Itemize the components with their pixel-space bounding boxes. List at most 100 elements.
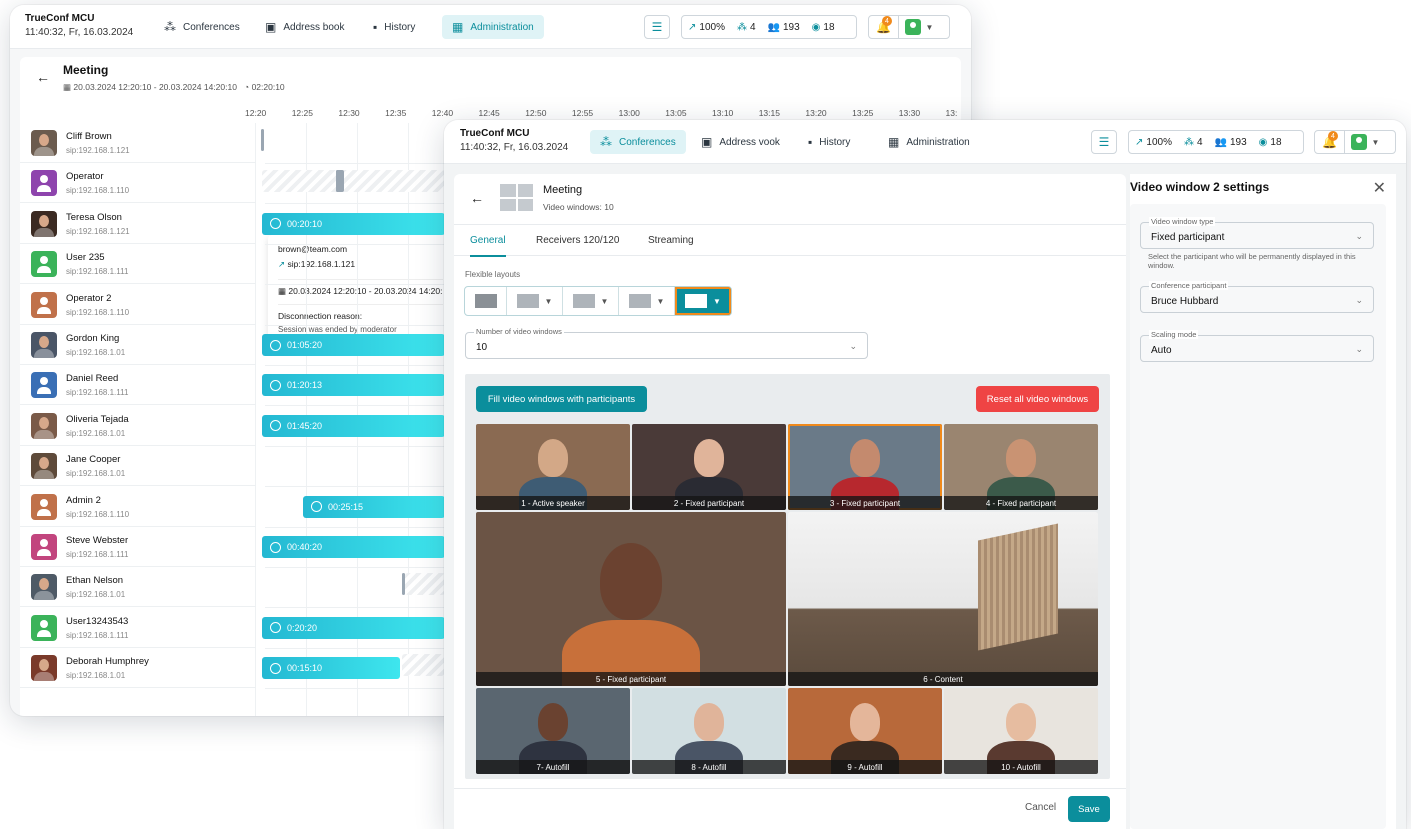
participant-row[interactable]: Operator sip:192.168.1.110 xyxy=(20,163,256,204)
user-icon xyxy=(31,372,57,399)
tab-general[interactable]: General xyxy=(470,225,506,257)
participant-row[interactable]: Admin 2 sip:192.168.1.110 xyxy=(20,487,256,527)
layout-option-grid[interactable] xyxy=(465,287,507,315)
video-tile[interactable]: 6 - Content xyxy=(788,512,1098,686)
nav-address-book[interactable]: ▣ Address vook xyxy=(691,130,790,154)
nav-conferences[interactable]: ⁂ Conferences xyxy=(154,15,250,39)
session-duration: 00:15:10 xyxy=(287,663,323,674)
session-bar[interactable]: 0:20:20 xyxy=(262,616,445,639)
nav-label: History xyxy=(819,136,851,148)
field-label: Conference participant xyxy=(1149,281,1229,290)
participant-row[interactable]: Steve Webster sip:192.168.1.111 xyxy=(20,527,256,567)
video-tile[interactable]: 1 - Active speaker xyxy=(476,424,630,510)
cancel-button[interactable]: Cancel xyxy=(1025,802,1056,813)
avatar xyxy=(31,453,57,480)
session-bar[interactable]: 00:20:10 xyxy=(262,212,445,235)
nav-conferences[interactable]: ⁂ Conferences xyxy=(590,130,686,154)
tile-caption: 8 - Autofill xyxy=(632,760,786,774)
video-window-type-select[interactable]: Video window type Fixed participant ⌄ xyxy=(1140,217,1374,249)
nav-label: Conferences xyxy=(619,136,676,148)
server-icon: ☰ xyxy=(1098,135,1110,149)
flexible-layouts-label: Flexible layouts xyxy=(465,270,521,279)
nav-history[interactable]: ▪ History xyxy=(798,130,860,154)
participant-row[interactable]: Oliveria Tejada sip:192.168.1.01 xyxy=(20,406,256,446)
session-bar[interactable]: 00:15:10 xyxy=(262,657,400,680)
participant-row[interactable]: Cliff Brown sip:192.168.1.121 xyxy=(20,123,256,163)
layout-toggle-button[interactable]: ☰ xyxy=(644,15,670,39)
layout-option-selected[interactable]: ▼ xyxy=(675,287,731,315)
layout-option-2[interactable]: ▼ xyxy=(563,287,619,315)
back-arrow-icon[interactable]: ← xyxy=(470,190,484,206)
video-tile[interactable]: 4 - Fixed participant xyxy=(944,424,1098,510)
save-button[interactable]: Save xyxy=(1068,796,1110,822)
participant-row[interactable]: User 235 sip:192.168.1.111 xyxy=(20,244,256,285)
avatar xyxy=(31,130,57,156)
layout-option-3[interactable]: ▼ xyxy=(619,287,675,315)
field-value: 10 xyxy=(476,342,488,353)
video-tile[interactable]: 2 - Fixed participant xyxy=(632,424,786,510)
server-icon: ☰ xyxy=(651,20,663,34)
timeline-tick: 13:15 xyxy=(758,108,780,118)
user-menu[interactable]: ▼ xyxy=(899,19,939,35)
nav-label: Administration xyxy=(906,136,970,148)
participant-name: Ethan Nelson xyxy=(66,575,124,587)
meeting-title: Meeting xyxy=(63,63,109,77)
participant-face xyxy=(1005,439,1037,478)
participant-name: Admin 2 xyxy=(66,494,101,506)
participant-row[interactable]: Deborah Humphrey sip:192.168.1.01 xyxy=(20,648,256,689)
chevron-down-icon: ▼ xyxy=(1371,137,1380,147)
close-icon[interactable]: ✕ xyxy=(1373,178,1386,198)
session-duration: 00:40:20 xyxy=(287,542,323,552)
conference-icon: ⁂ xyxy=(600,135,612,149)
video-tile[interactable]: 7- Autofill xyxy=(476,688,630,774)
participant-sip: sip:192.168.1.110 xyxy=(66,186,130,196)
session-duration: 01:05:20 xyxy=(287,340,323,350)
number-of-windows-select[interactable]: Number of video windows 10 ⌄ xyxy=(465,327,868,359)
layout-option-1[interactable]: ▼ xyxy=(507,287,563,315)
back-arrow-icon[interactable]: ← xyxy=(36,69,50,85)
stream-count: 18 xyxy=(823,21,835,33)
nav-label: History xyxy=(384,21,416,33)
video-tile[interactable]: 10 - Autofill xyxy=(944,688,1098,774)
participant-row[interactable]: User13243543 sip:192.168.1.111 xyxy=(20,608,256,648)
administration-icon: ▦ xyxy=(888,135,900,149)
session-bar[interactable]: 01:05:20 xyxy=(262,334,445,356)
session-duration: 00:25:15 xyxy=(328,501,364,512)
participant-row[interactable]: Gordon King sip:192.168.1.01 xyxy=(20,325,256,365)
tab-streaming[interactable]: Streaming xyxy=(648,225,694,257)
video-tile[interactable]: 9 - Autofill xyxy=(788,688,942,774)
participant-row[interactable]: Jane Cooper sip:192.168.1.01 xyxy=(20,446,256,487)
nav-administration[interactable]: ▦ Administration xyxy=(878,130,980,154)
nav-administration[interactable]: ▦ Administration xyxy=(442,15,544,39)
video-tile[interactable]: 3 - Fixed participant xyxy=(788,424,942,510)
user-menu[interactable]: ▼ xyxy=(1345,134,1385,150)
layout-toggle-button[interactable]: ☰ xyxy=(1091,130,1117,154)
nav-address-book[interactable]: ▣ Address book xyxy=(255,15,355,39)
notifications-button[interactable]: 🔔 4 xyxy=(1315,131,1345,153)
video-tile[interactable]: 5 - Fixed participant xyxy=(476,512,786,686)
participant-row[interactable]: Teresa Olson sip:192.168.1.121 xyxy=(20,204,256,244)
clock-icon xyxy=(270,420,281,432)
fill-windows-button[interactable]: Fill video windows with participants xyxy=(476,386,647,412)
participant-face xyxy=(1005,703,1037,742)
user-controls: 🔔 4 ▼ xyxy=(868,15,950,39)
session-duration: 01:20:13 xyxy=(287,380,323,391)
reset-windows-button[interactable]: Reset all video windows xyxy=(976,386,1099,412)
nav-label: Administration xyxy=(470,21,534,33)
conference-participant-select[interactable]: Conference participant Bruce Hubbard ⌄ xyxy=(1140,281,1374,313)
session-bar[interactable]: 01:45:20 xyxy=(262,414,445,437)
participant-row[interactable]: Ethan Nelson sip:192.168.1.01 xyxy=(20,567,256,608)
participant-row[interactable]: Daniel Reed sip:192.168.1.111 xyxy=(20,365,256,406)
session-bar[interactable]: 00:40:20 xyxy=(262,536,445,558)
session-bar[interactable]: 01:20:13 xyxy=(262,374,445,397)
video-tile[interactable]: 8 - Autofill xyxy=(632,688,786,774)
nav-history[interactable]: ▪ History xyxy=(363,15,425,39)
layout-icon xyxy=(572,294,595,308)
participant-row[interactable]: Operator 2 sip:192.168.1.110 xyxy=(20,285,256,325)
notifications-button[interactable]: 🔔 4 xyxy=(869,16,899,38)
session-bar[interactable]: 00:25:15 xyxy=(303,495,445,518)
scaling-mode-select[interactable]: Scaling mode Auto ⌄ xyxy=(1140,330,1374,362)
participant-face xyxy=(693,439,725,478)
tab-receivers[interactable]: Receivers 120/120 xyxy=(536,225,619,257)
user-icon xyxy=(31,493,57,520)
